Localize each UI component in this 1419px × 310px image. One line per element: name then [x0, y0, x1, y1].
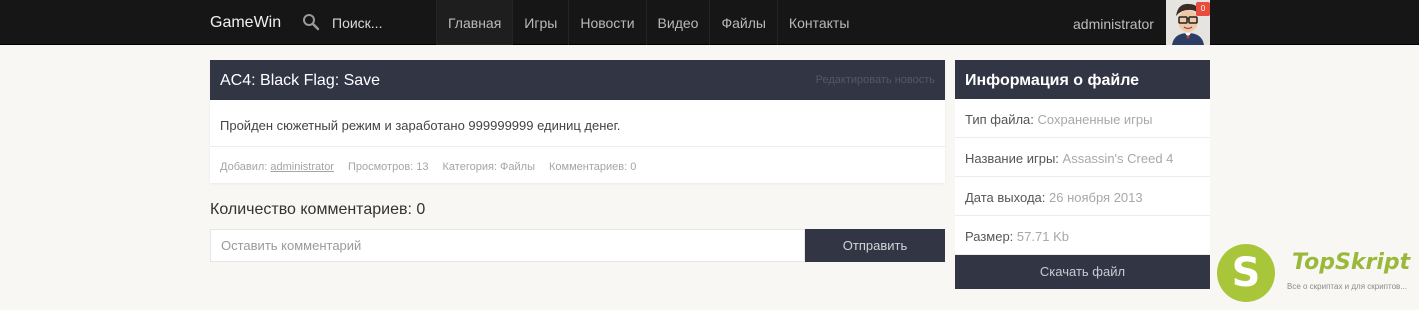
nav-item-news[interactable]: Новости — [568, 0, 645, 45]
author-link[interactable]: administrator — [270, 161, 334, 173]
send-comment-button[interactable]: Отправить — [805, 229, 945, 262]
file-size-row: Размер: 57.71 Kb — [955, 216, 1210, 255]
release-date-row: Дата выхода: 26 ноября 2013 — [955, 177, 1210, 216]
edit-news-link[interactable]: Редактировать новость — [816, 74, 935, 86]
main-nav: Главная Игры Новости Видео Файлы Контакт… — [436, 0, 860, 45]
download-file-button[interactable]: Скачать файл — [955, 255, 1210, 289]
article-card: AC4: Black Flag: Save Редактировать ново… — [210, 60, 945, 183]
article-title: AC4: Black Flag: Save — [220, 72, 381, 89]
file-info-panel: Информация о файле Тип файла: Сохраненны… — [955, 60, 1210, 289]
brand-logo[interactable]: GameWin — [210, 14, 281, 32]
file-type-label: Тип файла: — [965, 112, 1034, 127]
comment-input[interactable] — [210, 229, 805, 262]
nav-item-files[interactable]: Файлы — [709, 0, 776, 45]
notification-badge[interactable]: 0 — [1196, 2, 1210, 16]
meta-views: Просмотров: 13 — [347, 161, 429, 173]
nav-item-video[interactable]: Видео — [645, 0, 710, 45]
release-date-label: Дата выхода: — [965, 190, 1046, 205]
game-name-label: Название игры: — [965, 151, 1059, 166]
comments-count-title: Количество комментариев: 0 — [210, 201, 426, 218]
release-date-value: 26 ноября 2013 — [1049, 190, 1143, 205]
meta-comments: Комментариев: 0 — [549, 161, 637, 173]
file-type-value: Сохраненные игры — [1037, 112, 1153, 127]
meta-added-label: Добавил: — [220, 161, 268, 173]
file-size-label: Размер: — [965, 229, 1014, 244]
meta-category: Категория: Файлы — [442, 161, 536, 173]
search-input[interactable] — [326, 10, 426, 36]
game-name-value: Assassin's Creed 4 — [1062, 151, 1174, 166]
avatar[interactable]: 0 — [1166, 0, 1210, 45]
user-name[interactable]: administrator — [1073, 16, 1154, 32]
file-info-title: Информация о файле — [955, 60, 1210, 99]
watermark-logo: S — [1217, 244, 1275, 302]
search-icon[interactable] — [302, 13, 320, 31]
topskript-watermark: S TopSkript Все о скриптах и для скрипто… — [1216, 242, 1419, 304]
watermark-name: TopSkript — [1292, 250, 1411, 275]
article-header: AC4: Black Flag: Save Редактировать ново… — [210, 60, 945, 100]
nav-item-contacts[interactable]: Контакты — [776, 0, 860, 45]
game-name-row: Название игры: Assassin's Creed 4 — [955, 138, 1210, 177]
file-size-value: 57.71 Kb — [1016, 229, 1069, 244]
nav-item-games[interactable]: Игры — [512, 0, 568, 45]
nav-item-home[interactable]: Главная — [436, 0, 513, 45]
top-navbar: GameWin Главная Игры Новости Видео Файлы… — [0, 0, 1419, 45]
article-body: Пройден сюжетный режим и заработано 9999… — [210, 100, 945, 147]
watermark-tagline: Все о скриптах и для скриптов... — [1287, 282, 1407, 291]
meta-added: Добавил: administrator — [220, 161, 334, 173]
article-meta: Добавил: administrator Просмотров: 13 Ка… — [210, 147, 945, 173]
file-type-row: Тип файла: Сохраненные игры — [955, 99, 1210, 138]
